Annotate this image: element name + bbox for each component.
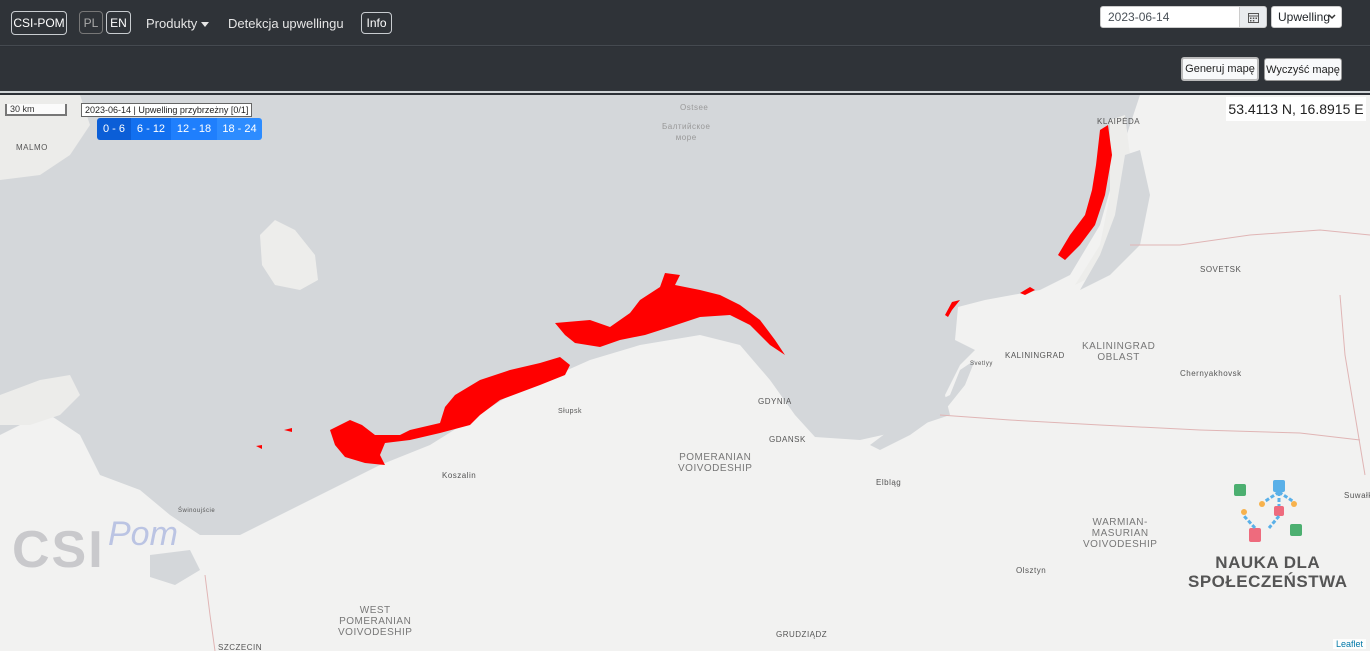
label-ostsee: Ostsee	[680, 103, 709, 112]
products-dropdown[interactable]: Produkty	[146, 16, 210, 31]
generate-map-button[interactable]: Generuj mapę	[1181, 57, 1259, 81]
label-malmo: MALMO	[16, 143, 48, 152]
label-warmian: WARMIAN- MASURIAN VOIVODESHIP	[1083, 517, 1158, 550]
chevron-down-icon	[1328, 14, 1336, 20]
label-baltic-ru: Балтийское море	[662, 122, 711, 142]
baltic-sea	[0, 95, 1140, 535]
calendar-icon	[1247, 12, 1259, 23]
detection-link[interactable]: Detekcja upwellingu	[228, 16, 344, 31]
map-toolbar: Generuj mapę Wyczyść mapę	[0, 47, 1370, 93]
calendar-button[interactable]	[1239, 6, 1267, 28]
label-west-pomeranian: WEST POMERANIAN VOIVODESHIP	[338, 605, 413, 638]
label-sovetsk: SOVETSK	[1200, 265, 1242, 274]
label-suwalki: Suwałki	[1344, 491, 1370, 500]
scale-bar: 30 km	[5, 104, 67, 116]
label-kaliningrad-oblast: KALININGRAD OBLAST	[1082, 341, 1156, 363]
coords-display: 53.4113 N, 16.8915 E	[1226, 97, 1366, 121]
label-kaliningrad: KALININGRAD	[1005, 351, 1065, 360]
label-elblag: Elbląg	[876, 478, 902, 487]
szczecin-lagoon	[150, 550, 200, 585]
lang-en-button[interactable]: EN	[106, 11, 131, 34]
label-chernyakhovsk: Chernyakhovsk	[1180, 369, 1242, 378]
label-swinoujscie: Świnoujście	[178, 508, 216, 514]
pom-watermark: Pom	[108, 515, 178, 553]
leaflet-attribution-link[interactable]: Leaflet	[1332, 639, 1366, 649]
german-border	[204, 574, 216, 651]
product-select-value: Upwelling	[1278, 10, 1331, 24]
east-border	[1339, 294, 1366, 476]
label-klaipeda: KLAIPĖDA	[1097, 117, 1141, 126]
label-pomeranian: POMERANIAN VOIVODESHIP	[678, 452, 753, 474]
label-gdansk: GDANSK	[769, 435, 806, 444]
top-navbar: CSI-POM PL EN Produkty Detekcja upwellin…	[0, 0, 1370, 46]
map-canvas[interactable]: Ostsee Балтийское море MALMO KLAIPĖDA SO…	[0, 95, 1370, 651]
clear-map-button[interactable]: Wyczyść mapę	[1264, 58, 1342, 81]
label-koszalin: Koszalin	[442, 471, 477, 480]
nauka-logo-icon	[1234, 480, 1302, 542]
chevron-down-icon	[201, 22, 210, 28]
label-svetly: Svetlyy	[970, 361, 993, 367]
label-grudziadz: GRUDZIĄDZ	[776, 630, 828, 639]
label-slupsk: Słupsk	[558, 408, 583, 415]
time-legend: 0 - 6 6 - 12 12 - 18 18 - 24	[97, 118, 262, 140]
products-label: Produkty	[146, 16, 198, 31]
legend-item-2[interactable]: 12 - 18	[171, 118, 217, 140]
label-szczecin: SZCZECIN	[218, 643, 262, 651]
label-gdynia: GDYNIA	[758, 397, 792, 406]
date-input[interactable]: 2023-06-14	[1100, 6, 1240, 28]
lithuania-border	[1130, 229, 1370, 246]
product-select[interactable]: Upwelling	[1271, 6, 1342, 28]
csi-watermark: CSI	[12, 521, 105, 579]
info-button[interactable]: Info	[361, 12, 392, 34]
brand-button[interactable]: CSI-POM	[11, 11, 67, 35]
lang-pl-button[interactable]: PL	[79, 11, 103, 34]
legend-item-3[interactable]: 18 - 24	[217, 118, 262, 140]
map-base-svg	[0, 95, 1370, 651]
nauka-logo-text: NAUKA DLA SPOŁECZEŃSTWA	[1188, 553, 1348, 591]
legend-title: 2023-06-14 | Upwelling przybrzeżny [0/1]	[81, 103, 253, 117]
legend-item-0[interactable]: 0 - 6	[97, 118, 131, 140]
kaliningrad-border	[939, 414, 1361, 441]
label-olsztyn: Olsztyn	[1016, 566, 1047, 575]
legend-item-1[interactable]: 6 - 12	[131, 118, 171, 140]
